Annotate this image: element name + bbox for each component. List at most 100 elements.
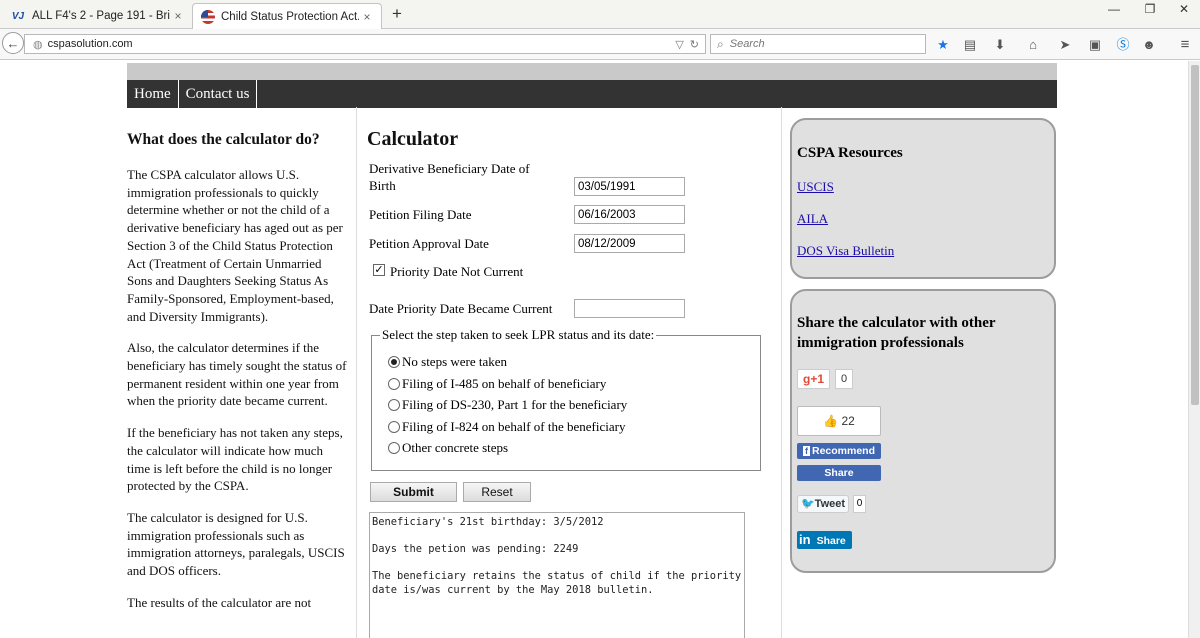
tab-close-icon[interactable]: ×: [359, 10, 375, 24]
browser-nav-bar: ← ◍ cspasolution.com ▽ ↻ ⌕ ★ ▤ ⬇ ⌂ ➤ ▣ Ⓢ…: [0, 29, 1200, 60]
tweet-count: 0: [853, 495, 866, 513]
search-box[interactable]: ⌕: [710, 34, 926, 54]
reset-button[interactable]: Reset: [463, 482, 531, 502]
approval-date-label: Petition Approval Date: [369, 236, 489, 251]
step-label: No steps were taken: [402, 354, 508, 369]
site-header-strip: [127, 63, 1057, 80]
tweet-label: Tweet: [814, 498, 846, 510]
birth-date-label: Derivative Beneficiary Date of Birth: [369, 161, 530, 194]
page-scrollbar[interactable]: [1188, 61, 1200, 638]
priority-not-current-label: Priority Date Not Current: [390, 264, 524, 279]
page-viewport: Home Contact us What does the calculator…: [0, 61, 1187, 638]
lpr-steps-legend: Select the step taken to seek LPR status…: [382, 327, 655, 342]
facebook-like-count: 22: [841, 414, 855, 428]
step-option-ds230[interactable]: Filing of DS-230, Part 1 for the benefic…: [388, 397, 627, 413]
nav-contact-link[interactable]: Contact us: [179, 80, 258, 108]
priority-current-date-input[interactable]: [574, 299, 685, 318]
google-plus-count: 0: [835, 369, 853, 389]
scrollbar-thumb[interactable]: [1191, 65, 1199, 405]
filing-date-label: Petition Filing Date: [369, 207, 472, 222]
url-text[interactable]: cspasolution.com: [48, 38, 676, 50]
linkedin-share-button[interactable]: in Share: [797, 531, 852, 549]
tab-close-icon[interactable]: ×: [170, 9, 186, 23]
submit-button[interactable]: Submit: [370, 482, 457, 502]
facebook-share-button[interactable]: Share: [797, 465, 881, 481]
radio-icon[interactable]: [388, 442, 400, 454]
search-input[interactable]: [729, 38, 910, 50]
step-option-i485[interactable]: Filing of I-485 on behalf of beneficiary: [388, 376, 606, 392]
priority-current-date-label: Date Priority Date Became Current: [369, 301, 553, 316]
bookmark-star-icon[interactable]: ★: [934, 36, 952, 54]
share-title: Share the calculator with other immigrat…: [797, 313, 996, 353]
search-icon: ⌕: [717, 36, 724, 51]
send-icon[interactable]: ➤: [1056, 36, 1074, 54]
about-paragraph: Also, the calculator determines if the b…: [127, 340, 347, 409]
vj-favicon-icon: VJ: [11, 10, 25, 22]
linkedin-share-label: Share: [816, 535, 846, 547]
new-tab-button[interactable]: +: [388, 4, 406, 24]
dos-visa-bulletin-link[interactable]: DOS Visa Bulletin: [797, 243, 894, 259]
tab-title: Child Status Protection Act...: [221, 10, 359, 23]
resources-panel: CSPA Resources USCIS AILA DOS Visa Bulle…: [790, 118, 1056, 279]
result-output[interactable]: Beneficiary's 21st birthday: 3/5/2012 Da…: [369, 512, 745, 638]
tab-title: ALL F4's 2 - Page 191 - Brin...: [32, 10, 170, 22]
radio-icon[interactable]: [388, 421, 400, 433]
step-option-none[interactable]: No steps were taken: [388, 354, 507, 370]
about-heading: What does the calculator do?: [127, 131, 320, 148]
column-divider: [356, 107, 357, 638]
radio-icon[interactable]: [388, 378, 400, 390]
download-icon[interactable]: ⬇: [991, 36, 1009, 54]
calculator-section: Calculator: [367, 128, 767, 163]
about-paragraph: The results of the calculator are not: [127, 594, 312, 610]
reading-list-icon[interactable]: ▤: [961, 36, 979, 54]
resources-title: CSPA Resources: [797, 145, 903, 161]
facebook-icon: f: [802, 446, 810, 456]
back-button[interactable]: ←: [2, 32, 24, 54]
about-paragraph: If the beneficiary has not taken any ste…: [127, 425, 343, 494]
us-flag-favicon-icon: [201, 9, 215, 24]
home-icon[interactable]: ⌂: [1024, 36, 1042, 54]
approval-date-input[interactable]: [574, 234, 685, 253]
step-option-i824[interactable]: Filing of I-824 on behalf of the benefic…: [388, 419, 625, 435]
share-title-line: Share the calculator with other: [797, 315, 996, 331]
step-label: Filing of I-824 on behalf of the benefic…: [402, 419, 626, 434]
browser-tab-bar: VJ ALL F4's 2 - Page 191 - Brin... × Chi…: [0, 0, 1200, 29]
menu-icon[interactable]: ≡: [1176, 36, 1194, 54]
step-label: Filing of DS-230, Part 1 for the benefic…: [402, 397, 628, 412]
pocket-icon[interactable]: ▣: [1086, 36, 1104, 54]
recommend-label: Recommend: [811, 445, 875, 457]
birth-date-input[interactable]: [574, 177, 685, 196]
tweet-button[interactable]: 🐦Tweet: [797, 495, 849, 513]
browser-tab-forum[interactable]: VJ ALL F4's 2 - Page 191 - Brin... ×: [2, 3, 192, 29]
about-paragraph: The calculator is designed for U.S. immi…: [127, 509, 345, 579]
radio-selected-icon[interactable]: [388, 356, 400, 368]
browser-tab-cspa[interactable]: Child Status Protection Act... ×: [192, 3, 382, 29]
nav-home-link[interactable]: Home: [127, 80, 179, 108]
birth-label-line: Derivative Beneficiary Date of: [369, 161, 530, 176]
aila-link[interactable]: AILA: [797, 211, 828, 227]
site-nav: Home Contact us: [127, 80, 1057, 108]
back-arrow-icon: ←: [6, 35, 20, 51]
chat-icon[interactable]: ☻: [1140, 36, 1158, 54]
birth-label-line: Birth: [369, 178, 396, 193]
step-label: Filing of I-485 on behalf of beneficiary: [402, 376, 607, 391]
address-bar[interactable]: ◍ cspasolution.com ▽ ↻: [24, 34, 706, 54]
dropdown-arrow-icon[interactable]: ▽: [675, 38, 683, 51]
step-option-other[interactable]: Other concrete steps: [388, 440, 508, 456]
skype-icon[interactable]: Ⓢ: [1114, 36, 1132, 54]
twitter-bird-icon: 🐦: [800, 498, 815, 510]
reload-icon[interactable]: ↻: [690, 38, 699, 51]
priority-not-current-checkbox[interactable]: ✓: [373, 264, 385, 276]
close-window-button[interactable]: ✕: [1174, 2, 1194, 16]
about-column: What does the calculator do? The CSPA ca…: [127, 131, 349, 625]
facebook-recommend-button[interactable]: f Recommend: [797, 443, 881, 459]
uscis-link[interactable]: USCIS: [797, 179, 834, 195]
filing-date-input[interactable]: [574, 205, 685, 224]
step-label: Other concrete steps: [402, 440, 509, 455]
google-plus-button[interactable]: g+1: [797, 369, 830, 389]
minimize-window-button[interactable]: —: [1104, 2, 1124, 16]
calculator-title: Calculator: [367, 128, 459, 150]
globe-icon: ◍: [33, 38, 43, 51]
radio-icon[interactable]: [388, 399, 400, 411]
maximize-window-button[interactable]: ❐: [1140, 2, 1160, 16]
